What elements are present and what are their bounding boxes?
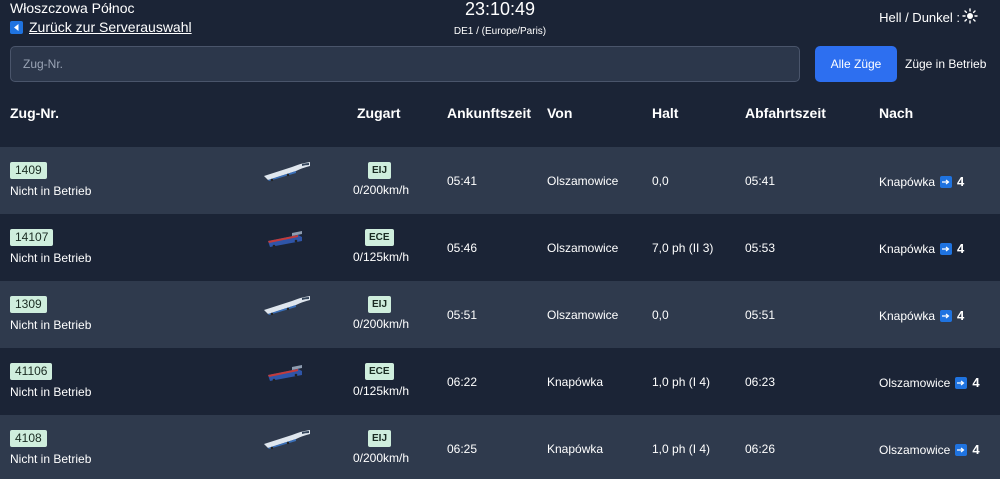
header: Włoszczowa Północ Zurück zur Serverauswa…	[0, 0, 1000, 44]
destination: Knapówka 4	[879, 174, 964, 189]
table-row[interactable]: 1309 Nicht in Betrieb EIJ 0/200km/h 05:5…	[0, 281, 1000, 348]
origin-station: Knapówka	[547, 375, 604, 389]
clock: 23:10:49	[464, 0, 536, 19]
train-number-badge: 14107	[10, 229, 54, 246]
timezone-label: DE1 / (Europe/Paris)	[453, 26, 547, 37]
departure-time: 06:26	[745, 442, 776, 456]
departure-time: 06:23	[745, 375, 776, 389]
departure-time: 05:53	[745, 241, 776, 255]
origin-station: Olszamowice	[547, 174, 619, 188]
train-number-badge: 1309	[10, 296, 47, 313]
locomotive-icon	[268, 231, 302, 248]
search-row: Alle Züge Züge in Betrieb	[0, 46, 1000, 82]
origin-station: Olszamowice	[547, 308, 619, 322]
departure-time: 05:51	[745, 308, 776, 322]
departure-time: 05:41	[745, 174, 776, 188]
arrow-right-icon	[940, 175, 953, 188]
arrival-time: 05:51	[447, 308, 478, 322]
halt-duration: 1,0 ph (I 4)	[652, 442, 711, 456]
table-row[interactable]: 14107 Nicht in Betrieb ECE 0/125km/h 05:…	[0, 214, 1000, 281]
destination: Knapówka 4	[879, 241, 964, 256]
platform-number: 4	[957, 308, 965, 323]
all-trains-button[interactable]: Alle Züge	[815, 46, 897, 82]
column-header-from[interactable]: Von	[547, 105, 572, 121]
column-header-type[interactable]: Zugart	[357, 105, 401, 121]
table-row[interactable]: 4108 Nicht in Betrieb EIJ 0/200km/h 06:2…	[0, 415, 1000, 479]
train-number-badge: 1409	[10, 162, 47, 179]
train-status: Nicht in Betrieb	[10, 251, 92, 265]
origin-station: Knapówka	[547, 442, 604, 456]
halt-duration: 0,0	[652, 174, 669, 188]
column-header-to[interactable]: Nach	[879, 105, 913, 121]
trains-in-service-button[interactable]: Züge in Betrieb	[905, 46, 1000, 82]
platform-number: 4	[957, 241, 965, 256]
sun-icon[interactable]	[962, 8, 978, 24]
table-row[interactable]: 1409 Nicht in Betrieb EIJ 0/200km/h 05:4…	[0, 147, 1000, 214]
speed-label: 0/200km/h	[352, 451, 410, 465]
train-type-badge: ECE	[365, 363, 394, 380]
halt-duration: 1,0 ph (I 4)	[652, 375, 711, 389]
destination: Olszamowice 4	[879, 375, 980, 390]
column-header-departure[interactable]: Abfahrtszeit	[745, 105, 826, 121]
high-speed-train-icon	[264, 296, 310, 316]
arrow-right-icon	[955, 443, 968, 456]
train-type-badge: EIJ	[368, 296, 392, 313]
train-status: Nicht in Betrieb	[10, 318, 92, 332]
train-type-badge: ECE	[365, 229, 394, 246]
table-header: Zug-Nr. Zugart Ankunftszeit Von Halt Abf…	[0, 94, 1000, 134]
destination-station: Knapówka	[879, 241, 936, 256]
train-type-badge: EIJ	[368, 162, 392, 179]
train-table: 1409 Nicht in Betrieb EIJ 0/200km/h 05:4…	[0, 147, 1000, 479]
locomotive-icon	[268, 365, 302, 382]
train-status: Nicht in Betrieb	[10, 452, 92, 466]
column-header-halt[interactable]: Halt	[652, 105, 678, 121]
high-speed-train-icon	[264, 430, 310, 450]
train-number-badge: 4108	[10, 430, 47, 447]
destination: Knapówka 4	[879, 308, 964, 323]
speed-label: 0/125km/h	[352, 250, 410, 264]
arrival-time: 05:46	[447, 241, 478, 255]
halt-duration: 7,0 ph (II 3)	[652, 241, 714, 255]
destination-station: Knapówka	[879, 174, 936, 189]
high-speed-train-icon	[264, 162, 310, 182]
destination-station: Olszamowice	[879, 442, 951, 457]
train-type-badge: EIJ	[368, 430, 392, 447]
arrival-time: 06:25	[447, 442, 478, 456]
table-row[interactable]: 41106 Nicht in Betrieb ECE 0/125km/h 06:…	[0, 348, 1000, 415]
platform-number: 4	[972, 442, 980, 457]
arrival-time: 06:22	[447, 375, 478, 389]
arrow-right-icon	[940, 242, 953, 255]
speed-label: 0/200km/h	[352, 317, 410, 331]
speed-label: 0/125km/h	[352, 384, 410, 398]
train-status: Nicht in Betrieb	[10, 385, 92, 399]
destination-station: Olszamowice	[879, 375, 951, 390]
speed-label: 0/200km/h	[352, 183, 410, 197]
origin-station: Olszamowice	[547, 241, 619, 255]
halt-duration: 0,0	[652, 308, 669, 322]
platform-number: 4	[972, 375, 980, 390]
destination: Olszamowice 4	[879, 442, 980, 457]
train-number-search-input[interactable]	[10, 46, 800, 82]
column-header-number[interactable]: Zug-Nr.	[10, 105, 59, 121]
arrow-right-icon	[940, 309, 953, 322]
train-number-badge: 41106	[10, 363, 53, 380]
arrow-right-icon	[955, 376, 968, 389]
arrival-time: 05:41	[447, 174, 478, 188]
train-status: Nicht in Betrieb	[10, 184, 92, 198]
platform-number: 4	[957, 174, 965, 189]
column-header-arrival[interactable]: Ankunftszeit	[447, 105, 531, 121]
destination-station: Knapówka	[879, 308, 936, 323]
theme-label: Hell / Dunkel :	[879, 10, 960, 25]
